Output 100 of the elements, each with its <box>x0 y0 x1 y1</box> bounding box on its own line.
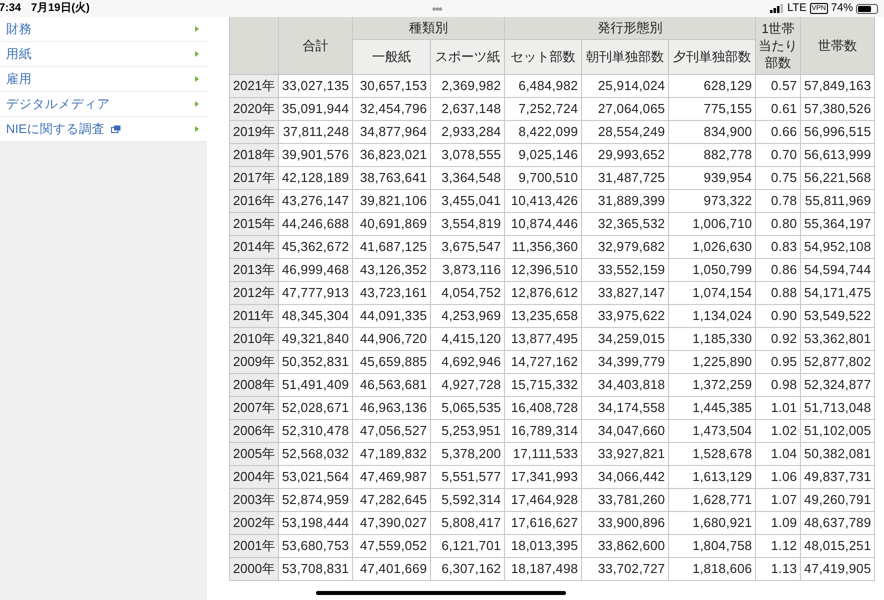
table-cell: 10,874,446 <box>504 212 582 236</box>
table-cell: 42,128,189 <box>278 166 353 190</box>
column-header: 1世帯当たり部数 <box>756 16 801 74</box>
table-cell: 17,341,993 <box>504 466 582 488</box>
table-cell: 0.90 <box>756 304 801 328</box>
table-cell: 6,484,982 <box>504 74 582 98</box>
table-cell: 5,253,951 <box>430 420 505 442</box>
table-cell: 0.86 <box>756 258 801 282</box>
table-cell: 31,889,399 <box>582 190 669 212</box>
table-cell: 939,954 <box>668 166 756 190</box>
chevron-icon <box>195 126 199 132</box>
table-cell: 1.02 <box>756 420 801 442</box>
table-cell: 34,174,558 <box>582 396 669 420</box>
table-cell: 43,276,147 <box>278 190 353 212</box>
column-header: 発行形態別 <box>504 16 756 40</box>
sidebar-link[interactable]: デジタルメディア <box>0 92 207 117</box>
table-cell: 54,952,108 <box>800 236 875 258</box>
table-cell: 4,253,969 <box>430 304 505 328</box>
table-cell: 46,999,468 <box>278 258 353 282</box>
table-cell: 48,015,251 <box>800 534 875 558</box>
table-cell: 53,549,522 <box>800 304 875 328</box>
table-cell: 34,047,660 <box>582 420 669 442</box>
table-cell: 2,369,982 <box>430 74 505 98</box>
table-cell: 48,345,304 <box>278 304 353 328</box>
table-cell: 1.07 <box>756 488 801 512</box>
more-dots[interactable]: ••• <box>432 0 442 18</box>
table-cell: 2,637,148 <box>430 98 505 120</box>
table-cell: 1.01 <box>756 396 801 420</box>
table-cell: 3,455,041 <box>430 190 505 212</box>
status-date: 7月19日(火) <box>31 0 90 16</box>
table-cell: 1,225,890 <box>668 350 756 374</box>
table-cell: 25,914,024 <box>582 74 669 98</box>
table-cell: 56,996,515 <box>800 120 875 144</box>
table-cell: 4,692,946 <box>430 350 505 374</box>
table-cell: 16,408,728 <box>504 396 582 420</box>
table-cell: 0.95 <box>756 350 801 374</box>
table-cell: 51,102,005 <box>800 420 875 442</box>
row-header: 2007年 <box>230 396 278 420</box>
sidebar-link[interactable]: 財務 <box>0 17 207 42</box>
table-cell: 53,198,444 <box>278 512 353 534</box>
table-cell: 5,378,200 <box>430 442 505 466</box>
table-cell: 34,066,442 <box>582 466 669 488</box>
row-header: 2021年 <box>230 74 278 98</box>
table-cell: 39,821,106 <box>352 190 431 212</box>
table-cell: 33,862,600 <box>582 534 669 558</box>
table-cell: 3,675,547 <box>430 236 505 258</box>
table-cell: 33,927,821 <box>582 442 669 466</box>
table-cell: 1,445,385 <box>668 396 756 420</box>
table-cell: 40,691,869 <box>352 212 431 236</box>
table-cell: 0.88 <box>756 282 801 304</box>
table-cell: 5,065,535 <box>430 396 505 420</box>
table-cell: 33,827,147 <box>582 282 669 304</box>
table-cell: 1.06 <box>756 466 801 488</box>
table-cell: 1,006,710 <box>668 212 756 236</box>
table-cell: 54,171,475 <box>800 282 875 304</box>
table-cell: 0.92 <box>756 328 801 350</box>
table-cell: 48,637,789 <box>800 512 875 534</box>
table-cell: 52,310,478 <box>278 420 353 442</box>
table-cell: 1,818,606 <box>668 558 756 580</box>
row-header: 2008年 <box>230 374 278 396</box>
network-label: LTE <box>787 1 807 16</box>
sidebar-link[interactable]: 用紙 <box>0 42 207 67</box>
table-cell: 0.83 <box>756 236 801 258</box>
table-cell: 1,528,678 <box>668 442 756 466</box>
table-cell: 3,078,555 <box>430 144 505 166</box>
table-cell: 0.70 <box>756 144 801 166</box>
row-header: 2015年 <box>230 212 278 236</box>
table-cell: 18,013,395 <box>504 534 582 558</box>
table-cell: 3,873,116 <box>430 258 505 282</box>
table-cell: 46,563,681 <box>352 374 431 396</box>
table-cell: 1,372,259 <box>668 374 756 396</box>
table-cell: 45,362,672 <box>278 236 353 258</box>
table-cell: 47,469,987 <box>352 466 431 488</box>
chevron-icon <box>195 76 199 82</box>
row-header: 2019年 <box>230 120 278 144</box>
table-cell: 33,027,135 <box>278 74 353 98</box>
table-cell: 973,322 <box>668 190 756 212</box>
table-cell: 1,050,799 <box>668 258 756 282</box>
table-cell: 51,491,409 <box>278 374 353 396</box>
table-cell: 18,187,498 <box>504 558 582 580</box>
table-cell: 57,380,526 <box>800 98 875 120</box>
column-header: 世帯数 <box>800 16 875 74</box>
table-cell: 5,551,577 <box>430 466 505 488</box>
table-cell: 38,763,641 <box>352 166 431 190</box>
table-cell: 8,422,099 <box>504 120 582 144</box>
row-header: 2011年 <box>230 304 278 328</box>
table-cell: 32,979,682 <box>582 236 669 258</box>
sidebar-link[interactable]: 雇用 <box>0 67 207 92</box>
table-cell: 32,454,796 <box>352 98 431 120</box>
row-header: 2016年 <box>230 190 278 212</box>
table-cell: 17,616,627 <box>504 512 582 534</box>
table-cell: 33,781,260 <box>582 488 669 512</box>
table-cell: 55,364,197 <box>800 212 875 236</box>
table-cell: 35,091,944 <box>278 98 353 120</box>
table-cell: 1.13 <box>756 558 801 580</box>
table-cell: 0.98 <box>756 374 801 396</box>
table-cell: 36,823,021 <box>352 144 431 166</box>
column-header: スポーツ紙 <box>430 40 505 74</box>
column-header: 朝刊単独部数 <box>582 40 669 74</box>
table-cell: 1,804,758 <box>668 534 756 558</box>
